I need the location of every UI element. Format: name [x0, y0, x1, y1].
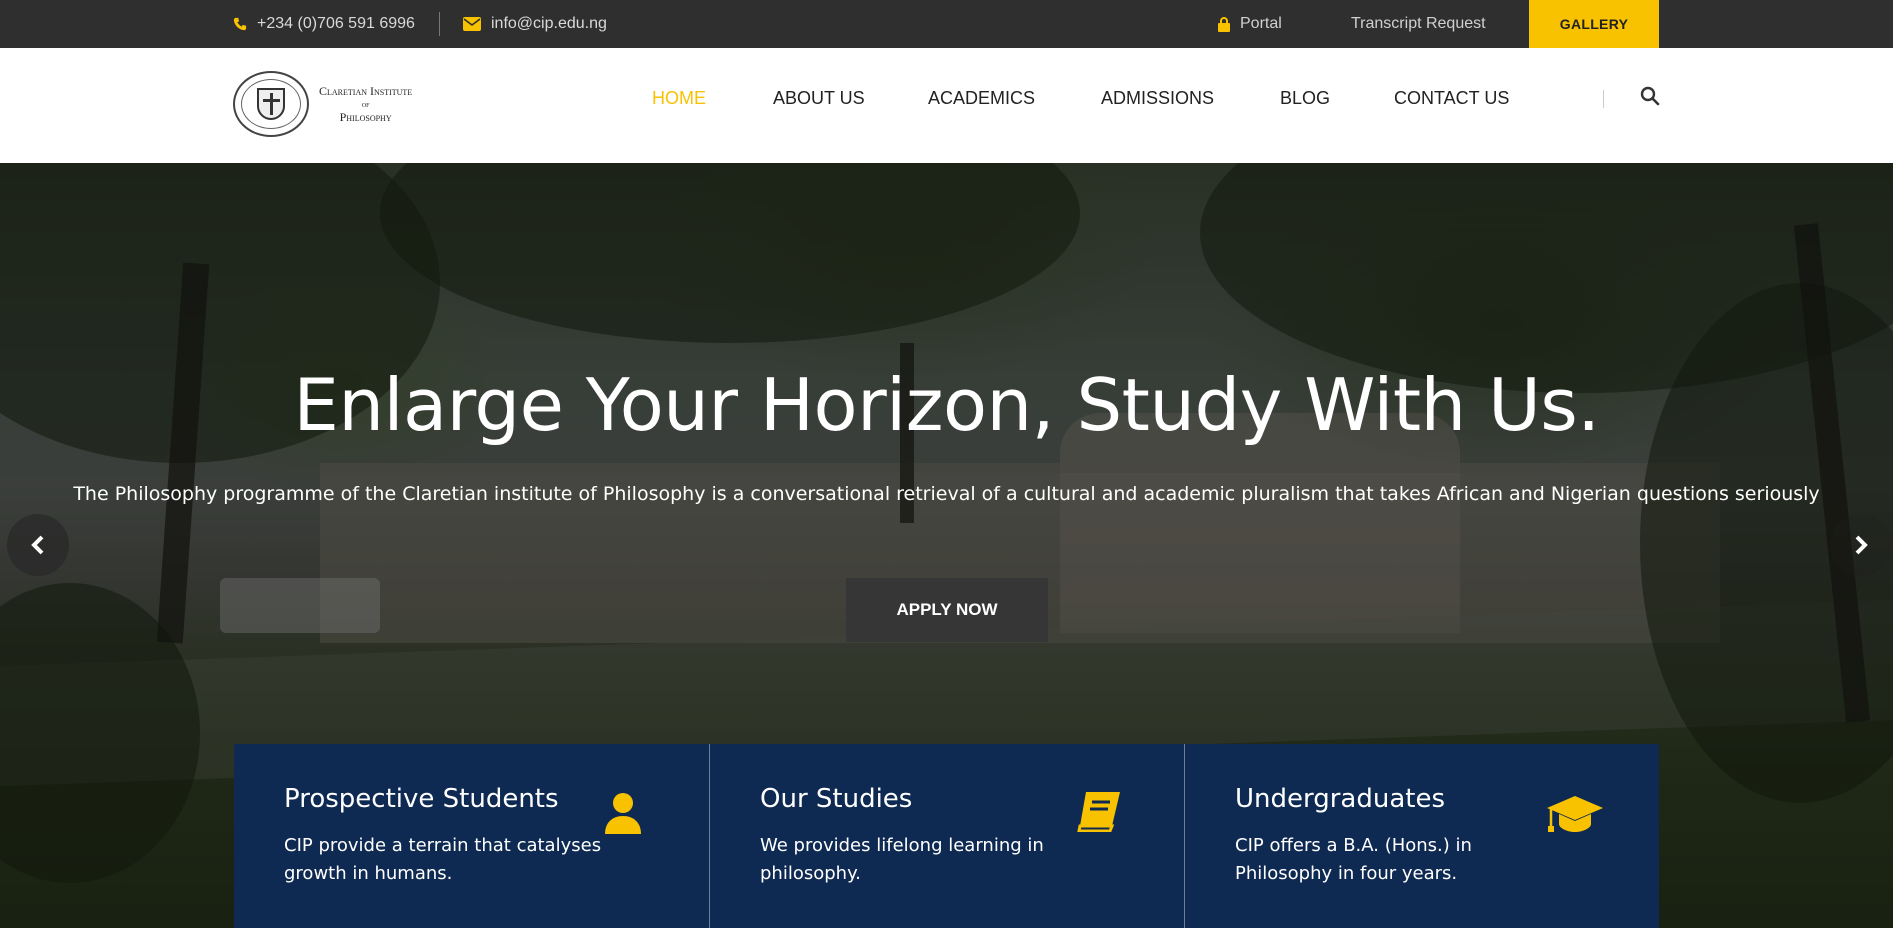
portal-label: Portal [1240, 15, 1282, 32]
slider-prev-button[interactable] [7, 514, 69, 576]
nav-item-about-us[interactable]: ABOUT US [773, 48, 865, 148]
nav-item-contact-us[interactable]: CONTACT US [1394, 48, 1509, 148]
gallery-button[interactable]: GALLERY [1529, 0, 1659, 48]
site-logo[interactable]: Claretian Institute of Philosophy [233, 71, 412, 137]
card-title: Prospective Students [284, 784, 559, 814]
logo-seal-icon [233, 71, 309, 137]
phone-contact[interactable]: +234 (0)706 591 6996 [233, 0, 415, 48]
book-icon [1076, 790, 1122, 837]
email-address: info@cip.edu.ng [491, 15, 607, 32]
logo-text: Claretian Institute of Philosophy [319, 83, 413, 124]
card-text: CIP provide a terrain that catalyses gro… [284, 835, 602, 884]
logo-line3: Philosophy [339, 109, 392, 124]
card-text: CIP offers a B.A. (Hons.) in Philosophy … [1235, 835, 1472, 884]
nav-item-blog[interactable]: BLOG [1280, 48, 1330, 148]
site-header: Claretian Institute of Philosophy HOME A… [0, 48, 1893, 163]
card-our-studies[interactable]: Our Studies We provides lifelong learnin… [709, 744, 1184, 928]
nav-item-home[interactable]: HOME [652, 48, 706, 148]
logo-line1: Claretian Institute [319, 83, 413, 98]
chevron-right-icon [1855, 535, 1868, 555]
phone-icon [233, 17, 247, 31]
card-prospective-students[interactable]: Prospective Students CIP provide a terra… [234, 744, 709, 928]
lock-icon [1218, 16, 1230, 32]
nav-item-admissions[interactable]: ADMISSIONS [1101, 48, 1214, 148]
search-icon[interactable] [1640, 86, 1662, 108]
graduation-cap-icon [1545, 794, 1605, 839]
card-text: We provides lifelong learning in philoso… [760, 835, 1044, 884]
transcript-label: Transcript Request [1351, 15, 1486, 32]
top-bar: +234 (0)706 591 6996 info@cip.edu.ng Por… [0, 0, 1893, 48]
apply-now-button[interactable]: APPLY NOW [846, 578, 1048, 642]
transcript-request-link[interactable]: Transcript Request [1351, 0, 1486, 48]
email-contact[interactable]: info@cip.edu.ng [463, 0, 607, 48]
portal-link[interactable]: Portal [1218, 0, 1282, 48]
topbar-divider [439, 12, 440, 36]
hero-subtitle: The Philosophy programme of the Claretia… [73, 483, 1820, 505]
slider-next-button[interactable] [1830, 514, 1892, 576]
phone-number: +234 (0)706 591 6996 [257, 15, 415, 32]
user-icon [603, 792, 643, 839]
feature-cards: Prospective Students CIP provide a terra… [234, 744, 1659, 928]
nav-divider [1603, 90, 1604, 108]
hero-title: Enlarge Your Horizon, Study With Us. [293, 363, 1600, 447]
envelope-icon [463, 17, 481, 31]
chevron-left-icon [31, 535, 44, 555]
card-undergraduates[interactable]: Undergraduates CIP offers a B.A. (Hons.)… [1184, 744, 1659, 928]
nav-item-academics[interactable]: ACADEMICS [928, 48, 1035, 148]
